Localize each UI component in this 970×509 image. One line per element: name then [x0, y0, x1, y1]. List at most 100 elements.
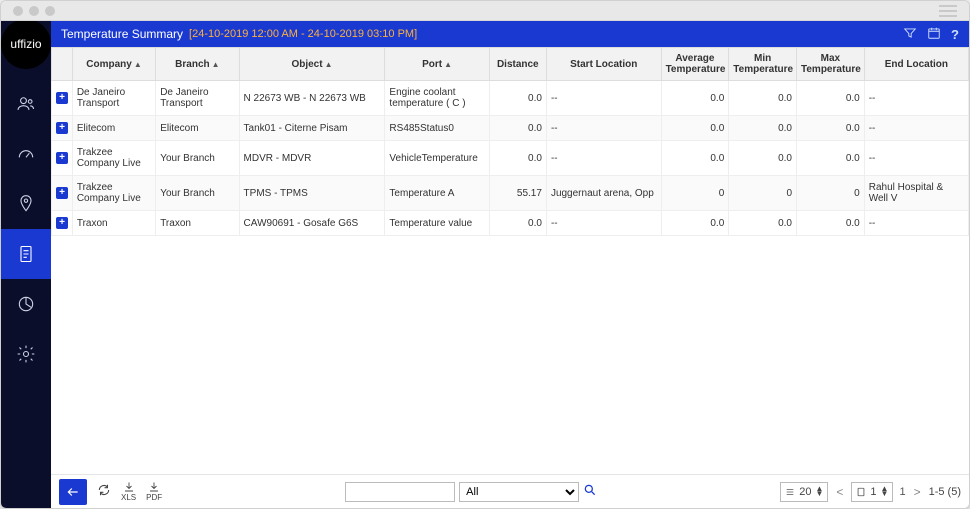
window-dot [13, 6, 23, 16]
cell-distance: 0.0 [489, 141, 546, 176]
col-avg-temp[interactable]: Average Temperature [661, 48, 729, 81]
table-header-row: Company▲ Branch▲ Object▲ Port▲ Distance … [52, 48, 969, 81]
cell-min: 0.0 [729, 81, 797, 116]
brand-logo: uffizio [1, 19, 51, 69]
hamburger-icon[interactable] [939, 5, 957, 17]
col-object[interactable]: Object▲ [239, 48, 385, 81]
back-button[interactable] [59, 479, 87, 505]
sidebar: uffizio [1, 21, 51, 508]
cell-end: -- [864, 211, 968, 236]
cell-object: CAW90691 - Gosafe G6S [239, 211, 385, 236]
page-prev-button[interactable]: < [834, 485, 845, 499]
sort-asc-icon: ▲ [325, 60, 333, 69]
page-current-input[interactable]: 1 ▲▼ [851, 482, 893, 502]
table-row[interactable]: + Traxon Traxon CAW90691 - Gosafe G6S Te… [52, 211, 969, 236]
cell-start: -- [546, 211, 661, 236]
cell-avg: 0.0 [661, 81, 729, 116]
cell-end: -- [864, 141, 968, 176]
browser-chrome [1, 1, 969, 21]
sort-asc-icon: ▲ [134, 60, 142, 69]
cell-branch: De Janeiro Transport [156, 81, 239, 116]
page-title: Temperature Summary [61, 27, 183, 41]
col-end-location[interactable]: End Location [864, 48, 968, 81]
table-row[interactable]: + Trakzee Company Live Your Branch MDVR … [52, 141, 969, 176]
sidebar-item-reports[interactable] [1, 229, 51, 279]
cell-start: Juggernaut arena, Opp [546, 176, 661, 211]
cell-start: -- [546, 141, 661, 176]
calendar-icon[interactable] [927, 26, 941, 43]
cell-min: 0.0 [729, 141, 797, 176]
cell-avg: 0.0 [661, 116, 729, 141]
sidebar-item-dashboard[interactable] [1, 129, 51, 179]
col-port[interactable]: Port▲ [385, 48, 489, 81]
cell-company: Elitecom [72, 116, 155, 141]
main-content: Temperature Summary [24-10-2019 12:00 AM… [51, 21, 969, 508]
data-table-container[interactable]: Company▲ Branch▲ Object▲ Port▲ Distance … [51, 47, 969, 474]
page-next-button[interactable]: > [912, 485, 923, 499]
sidebar-item-tracking[interactable] [1, 179, 51, 229]
page-size-select[interactable]: 20 ▲▼ [780, 482, 828, 502]
expand-icon[interactable]: + [56, 152, 68, 164]
cell-avg: 0.0 [661, 141, 729, 176]
cell-distance: 0.0 [489, 81, 546, 116]
table-row[interactable]: + Trakzee Company Live Your Branch TPMS … [52, 176, 969, 211]
expand-icon[interactable]: + [56, 187, 68, 199]
app-body: uffizio [1, 21, 969, 508]
table-body: + De Janeiro Transport De Janeiro Transp… [52, 81, 969, 236]
col-distance[interactable]: Distance [489, 48, 546, 81]
cell-distance: 0.0 [489, 211, 546, 236]
cell-port: Temperature A [385, 176, 489, 211]
table-footer: XLS PDF All [51, 474, 969, 508]
help-icon[interactable]: ? [951, 27, 959, 42]
cell-max: 0.0 [797, 116, 865, 141]
sidebar-item-users[interactable] [1, 79, 51, 129]
cell-company: Trakzee Company Live [72, 176, 155, 211]
cell-port: Engine coolant temperature ( C ) [385, 81, 489, 116]
cell-distance: 0.0 [489, 116, 546, 141]
list-icon [785, 487, 795, 497]
filter-select[interactable]: All [459, 482, 579, 502]
arrow-left-icon [66, 485, 80, 499]
refresh-button[interactable] [97, 483, 111, 500]
page-total: 1 [899, 486, 905, 498]
row-range-label: 1-5 (5) [929, 486, 961, 498]
cell-max: 0 [797, 176, 865, 211]
col-branch[interactable]: Branch▲ [156, 48, 239, 81]
users-icon [16, 94, 36, 114]
cell-avg: 0.0 [661, 211, 729, 236]
cell-branch: Your Branch [156, 141, 239, 176]
expand-icon[interactable]: + [56, 217, 68, 229]
sidebar-nav [1, 79, 51, 379]
sidebar-item-settings[interactable] [1, 329, 51, 379]
stepper-icon: ▲▼ [815, 487, 823, 497]
col-max-temp[interactable]: Max Temperature [797, 48, 865, 81]
export-xls-button[interactable]: XLS [121, 481, 136, 503]
sidebar-item-analytics[interactable] [1, 279, 51, 329]
table-row[interactable]: + De Janeiro Transport De Janeiro Transp… [52, 81, 969, 116]
expand-icon[interactable]: + [56, 122, 68, 134]
cell-branch: Elitecom [156, 116, 239, 141]
search-icon[interactable] [583, 483, 597, 500]
col-expand [52, 48, 73, 81]
download-icon [148, 481, 160, 493]
cell-object: MDVR - MDVR [239, 141, 385, 176]
cell-branch: Your Branch [156, 176, 239, 211]
cell-port: Temperature value [385, 211, 489, 236]
col-start-location[interactable]: Start Location [546, 48, 661, 81]
cell-start: -- [546, 116, 661, 141]
expand-icon[interactable]: + [56, 92, 68, 104]
cell-distance: 55.17 [489, 176, 546, 211]
cell-company: Traxon [72, 211, 155, 236]
search-input[interactable] [345, 482, 455, 502]
cell-avg: 0 [661, 176, 729, 211]
download-icon [123, 481, 135, 493]
cell-max: 0.0 [797, 211, 865, 236]
col-min-temp[interactable]: Min Temperature [729, 48, 797, 81]
export-pdf-button[interactable]: PDF [146, 481, 162, 503]
col-company[interactable]: Company▲ [72, 48, 155, 81]
window-dot [45, 6, 55, 16]
table-row[interactable]: + Elitecom Elitecom Tank01 - Citerne Pis… [52, 116, 969, 141]
app-window: uffizio [0, 0, 970, 509]
filter-icon[interactable] [903, 26, 917, 43]
cell-object: Tank01 - Citerne Pisam [239, 116, 385, 141]
